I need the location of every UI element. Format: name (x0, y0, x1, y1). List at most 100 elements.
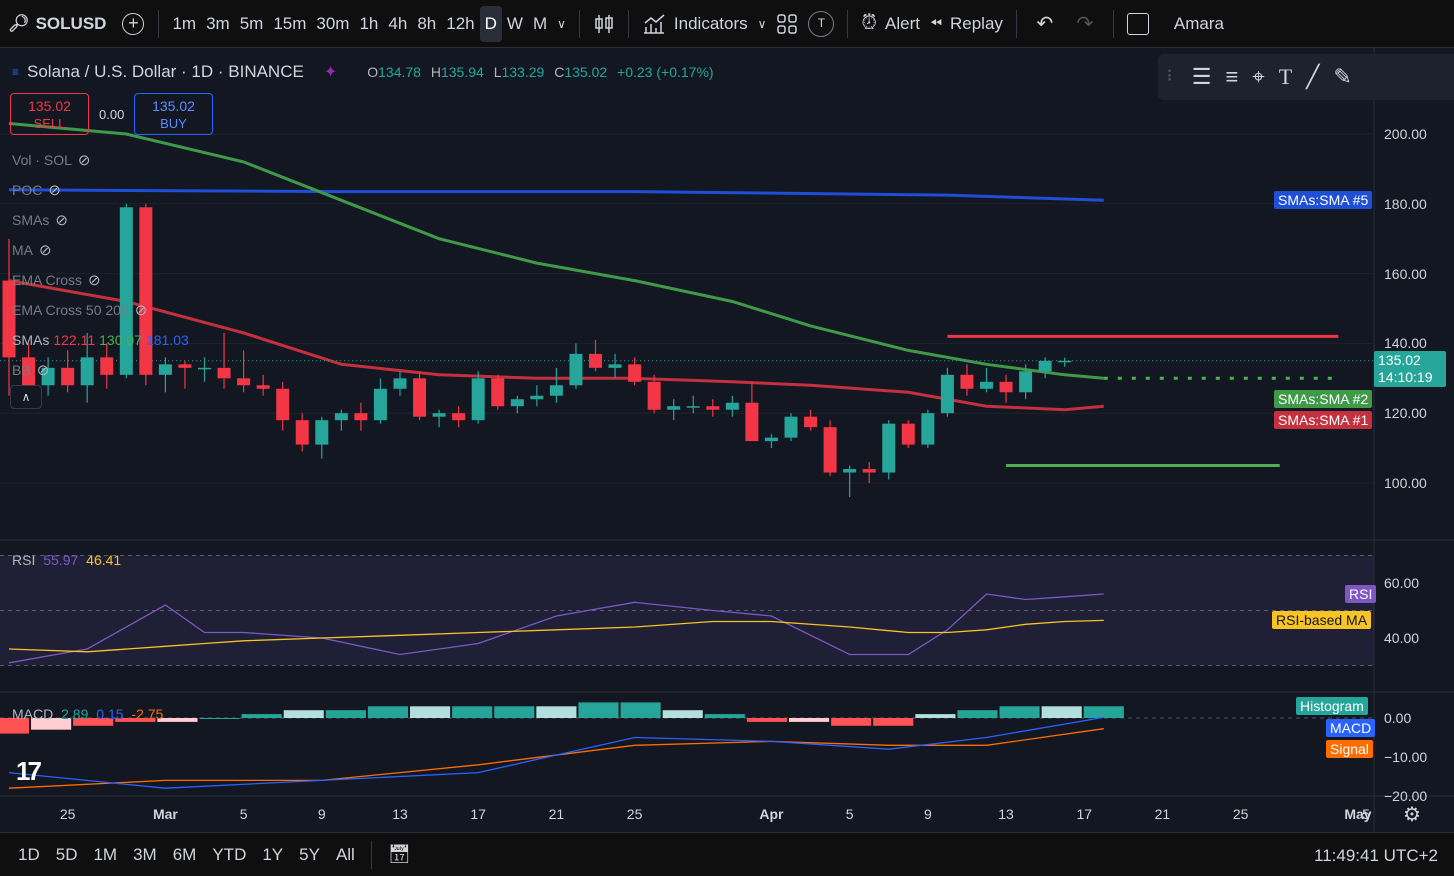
indicator-ma[interactable]: MA ⊘ (12, 235, 189, 265)
histogram-bar (915, 714, 956, 718)
buy-button[interactable]: 135.02 BUY (134, 93, 213, 135)
undo-button[interactable]: ↶ (1025, 6, 1065, 42)
range-1Y[interactable]: 1Y (254, 845, 291, 865)
date-tick-label: 9 (923, 806, 932, 822)
price-tick-label: 160.00 (1384, 265, 1427, 282)
eye-hidden-icon[interactable]: ⊘ (39, 241, 52, 259)
candle-body (628, 364, 642, 382)
timeframe-M[interactable]: M (528, 6, 552, 42)
chart-canvas[interactable] (0, 48, 1454, 832)
timeframe-15m[interactable]: 15m (268, 6, 311, 42)
eye-hidden-icon[interactable]: ⊘ (37, 361, 50, 379)
histogram-bar (199, 718, 240, 719)
range-All[interactable]: All (328, 845, 363, 865)
sell-label: SELL (33, 116, 66, 131)
candle-body (256, 385, 270, 389)
template-icon: T (808, 10, 835, 37)
sell-button[interactable]: 135.02 SELL (10, 93, 89, 135)
trend-lines-icon[interactable]: ☰ (1192, 64, 1212, 90)
timeframe-30m[interactable]: 30m (311, 6, 354, 42)
user-label[interactable]: Amara (1154, 6, 1229, 42)
timeframe-dropdown[interactable]: ∨ (552, 6, 571, 42)
date-tick-label: Apr (759, 806, 784, 822)
fib-icon[interactable]: ≡ (1225, 64, 1238, 90)
range-6M[interactable]: 6M (165, 845, 205, 865)
eye-hidden-icon[interactable]: ⊘ (78, 151, 91, 169)
divider (370, 840, 372, 869)
date-tick-label: Mar (152, 806, 178, 822)
indicator-smas-values[interactable]: SMAs 122.11 130.07 181.03 (12, 325, 189, 355)
candle-body (589, 353, 602, 368)
alarm-clock-icon: ⏰︎ (861, 12, 878, 34)
settings-gear-icon[interactable]: ⚙ (1403, 802, 1421, 827)
candle-body (452, 413, 466, 421)
redo-button[interactable]: ↷ (1065, 6, 1105, 42)
timeframe-W[interactable]: W (502, 6, 528, 42)
indicator-ema-cross-50-200[interactable]: EMA Cross 50 200 ⊘ (12, 295, 189, 325)
timeframe-8h[interactable]: 8h (412, 6, 441, 42)
candle-body (373, 388, 387, 421)
eye-hidden-icon[interactable]: ⊘ (48, 181, 61, 199)
timeframe-1h[interactable]: 1h (354, 6, 383, 42)
indicators-button[interactable]: Indicators (637, 6, 753, 42)
histogram-bar (1041, 706, 1082, 718)
range-5Y[interactable]: 5Y (291, 845, 328, 865)
timeframe-5m[interactable]: 5m (235, 6, 269, 42)
indicator-vol[interactable]: Vol · SOL ⊘ (12, 145, 189, 175)
current-price-tag: 135.02 14:10:19 (1374, 351, 1446, 387)
measure-icon[interactable]: ⌖ (1252, 64, 1264, 90)
candle-body (980, 381, 993, 389)
text-icon[interactable]: T (1279, 64, 1292, 90)
rsi-band (0, 555, 1374, 666)
layouts-button[interactable] (771, 6, 803, 42)
goto-date-button[interactable]: 📅︎ (380, 844, 419, 865)
candle-body (921, 413, 935, 445)
timeframe-4h[interactable]: 4h (383, 6, 412, 42)
rsi-legend[interactable]: RSI 55.97 46.41 (12, 552, 121, 568)
drag-handle-icon[interactable]: ⠇ (1166, 67, 1178, 87)
symbol-search[interactable]: 🔎︎ SOLUSD (0, 6, 116, 42)
fullscreen-checkbox[interactable] (1122, 6, 1154, 42)
chart-title[interactable]: Solana / U.S. Dollar · 1D · BINANCE (27, 62, 304, 82)
range-5D[interactable]: 5D (48, 845, 86, 865)
chart-type-button[interactable] (588, 6, 620, 42)
timeframe-12h[interactable]: 12h (441, 6, 479, 42)
indicators-dropdown[interactable]: ∨ (753, 6, 772, 42)
range-1D[interactable]: 1D (10, 845, 48, 865)
indicator-bb[interactable]: BB ⊘ (12, 355, 189, 385)
macd-legend[interactable]: MACD 2.89 0.15 -2.75 (12, 706, 163, 722)
candle-body (940, 374, 954, 414)
timeframe-1m[interactable]: 1m (167, 6, 201, 42)
range-1M[interactable]: 1M (85, 845, 125, 865)
eye-hidden-icon[interactable]: ⊘ (88, 271, 101, 289)
indicator-ema-cross[interactable]: EMA Cross ⊘ (12, 265, 189, 295)
templates-button[interactable]: T (803, 6, 839, 42)
histogram-bar (452, 706, 493, 718)
compare-add-button[interactable]: + (116, 6, 150, 42)
indicator-poc[interactable]: POC ⊘ (12, 175, 189, 205)
tradingview-logo[interactable]: 17 (16, 756, 42, 787)
collapse-legend-button[interactable]: ∧ (10, 385, 42, 409)
sma1-value: 122.11 (53, 332, 96, 348)
alert-button[interactable]: ⏰︎ Alert (856, 6, 925, 42)
clock[interactable]: 11:49:41 UTC+2 (1314, 846, 1438, 866)
range-YTD[interactable]: YTD (204, 845, 254, 865)
range-3M[interactable]: 3M (125, 845, 165, 865)
buy-label: BUY (160, 116, 187, 131)
indicator-smas[interactable]: SMAs ⊘ (12, 205, 189, 235)
replay-button[interactable]: ⏪︎ Replay (925, 6, 1008, 42)
date-tick-label: 25 (626, 806, 643, 822)
top-toolbar: 🔎︎ SOLUSD + 1m 3m 5m 15m 30m 1h 4h 8h 12h D W M ∨ I… (0, 0, 1454, 48)
share-icon[interactable]: ✦ (324, 62, 337, 82)
timeframe-D[interactable]: D (479, 5, 502, 42)
rsi-tick-label: 40.00 (1384, 630, 1420, 646)
eye-hidden-icon[interactable]: ⊘ (135, 301, 148, 319)
candle-body (843, 469, 857, 473)
eye-hidden-icon[interactable]: ⊘ (55, 211, 68, 229)
grid-icon (777, 13, 798, 34)
timeframe-3m[interactable]: 3m (201, 6, 235, 42)
sma2-axis-tag: SMAs:SMA #2 (1274, 390, 1373, 408)
line-tool-icon[interactable]: ╱ (1306, 64, 1319, 90)
brush-icon[interactable]: ✎ (1333, 64, 1351, 90)
macd-tick-label: 0.00 (1384, 710, 1412, 726)
